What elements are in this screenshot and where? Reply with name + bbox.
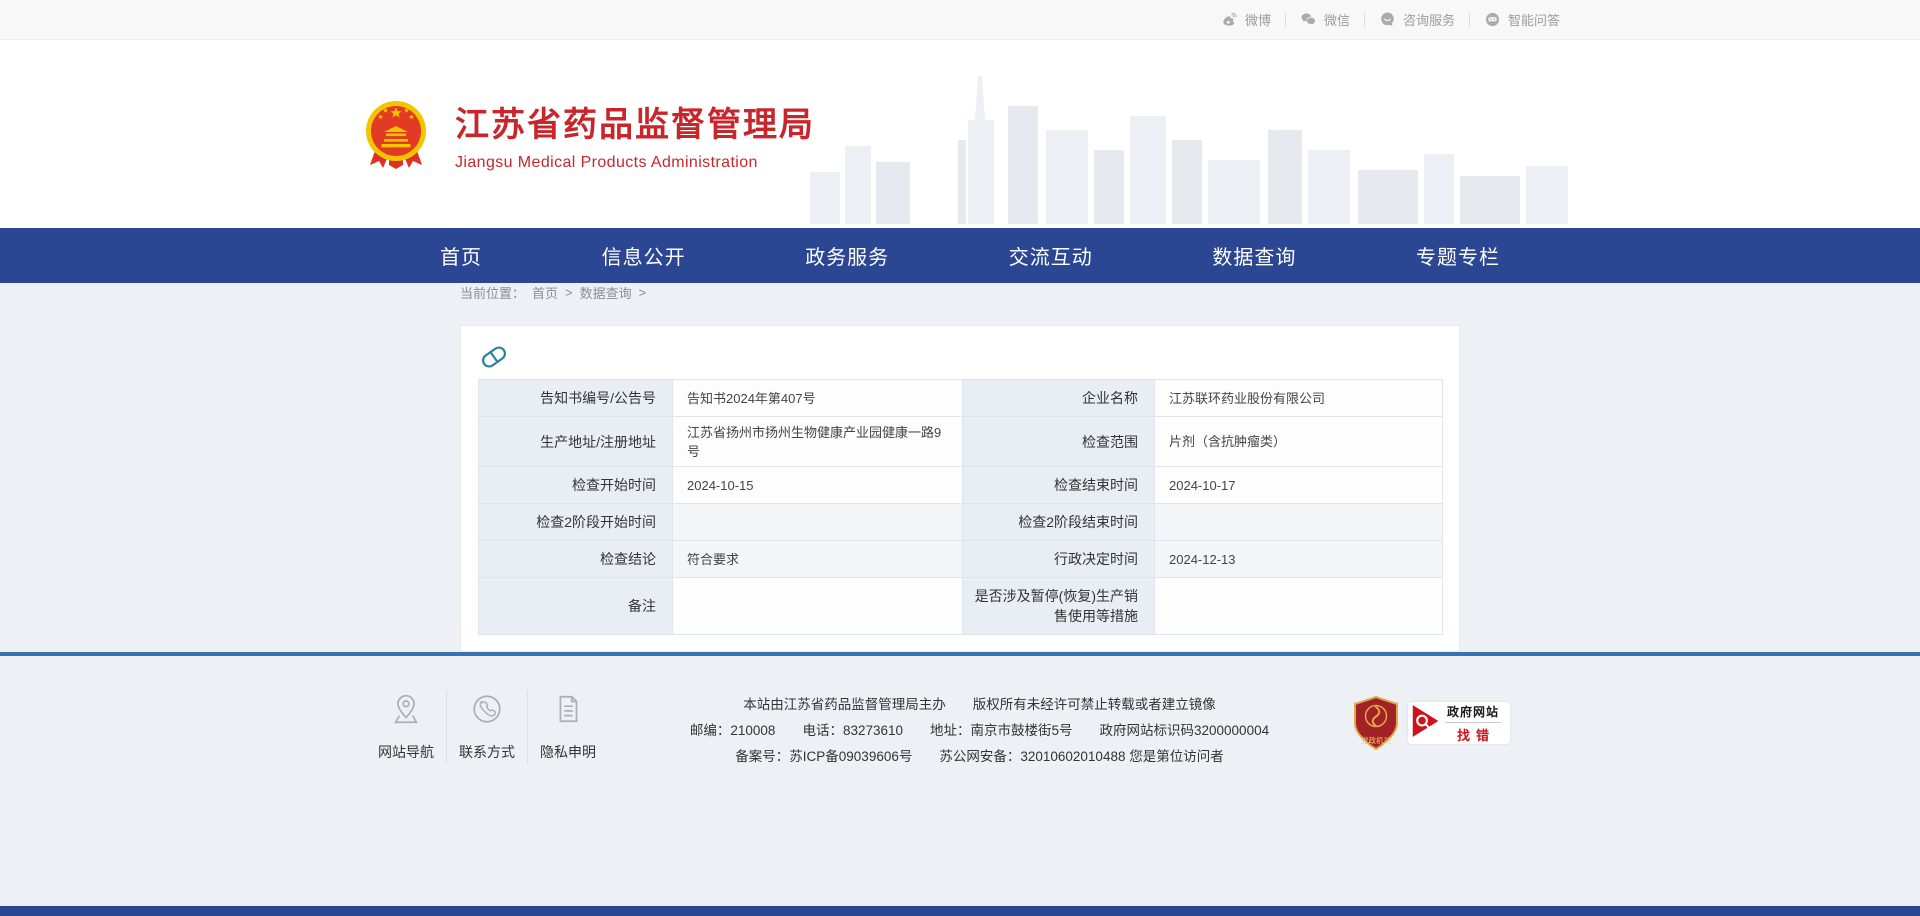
topbar: 微博 微信 咨询服务 智能问答: [0, 0, 1920, 40]
city-skyline-graphic: [810, 74, 1580, 229]
party-gov-badge-label: 党政机关: [1361, 735, 1391, 745]
footer-link-label: 网站导航: [378, 742, 434, 762]
value-inspection-end: 2024-10-17: [1155, 467, 1443, 504]
value-inspection-scope: 片剂（含抗肿瘤类）: [1155, 417, 1443, 467]
breadcrumb-data-query[interactable]: 数据查询: [580, 283, 632, 302]
label-inspection-end: 检查结束时间: [963, 467, 1155, 504]
map-pin-icon: [389, 692, 423, 731]
topbar-separator: [1469, 13, 1470, 27]
label-address: 生产地址/注册地址: [479, 417, 673, 467]
wechat-icon: [1300, 11, 1317, 28]
footer-link-label: 隐私申明: [540, 742, 596, 762]
national-emblem-logo: [360, 98, 432, 170]
label-notice-number: 告知书编号/公告号: [479, 380, 673, 417]
wechat-label: 微信: [1324, 10, 1350, 29]
smart-qa-label: 智能问答: [1508, 10, 1560, 29]
value-company-name: 江苏联环药业股份有限公司: [1155, 380, 1443, 417]
label-inspection-start: 检查开始时间: [479, 467, 673, 504]
nav-home[interactable]: 首页: [440, 241, 482, 270]
label-phase2-end: 检查2阶段结束时间: [963, 504, 1155, 541]
footer-link-contact[interactable]: 联系方式: [449, 690, 525, 764]
weibo-icon: [1221, 11, 1238, 28]
footer: 网站导航 联系方式 隐私申明 本站由江苏省药品监: [0, 656, 1920, 906]
table-row: 生产地址/注册地址 江苏省扬州市扬州生物健康产业园健康一路9号 检查范围 片剂（…: [479, 417, 1443, 467]
label-company-name: 企业名称: [963, 380, 1155, 417]
weibo-label: 微博: [1245, 10, 1271, 29]
find-error-magnifier-icon: [1411, 703, 1441, 744]
value-remarks: [673, 578, 963, 635]
breadcrumb: 当前位置： 首页 > 数据查询 >: [360, 283, 1560, 302]
table-row: 检查结论 符合要求 行政决定时间 2024-12-13: [479, 541, 1443, 578]
label-remarks: 备注: [479, 578, 673, 635]
table-row: 备注 是否涉及暂停(恢复)生产销售使用等措施: [479, 578, 1443, 635]
inspection-detail-card: 告知书编号/公告号 告知书2024年第407号 企业名称 江苏联环药业股份有限公…: [460, 325, 1460, 652]
value-decision-date: 2024-12-13: [1155, 541, 1443, 578]
footer-link-label: 联系方式: [459, 742, 515, 762]
site-title: 江苏省药品监督管理局: [455, 97, 815, 146]
table-row: 检查2阶段开始时间 检查2阶段结束时间: [479, 504, 1443, 541]
footer-link-site-map[interactable]: 网站导航: [368, 690, 444, 764]
table-row: 检查开始时间 2024-10-15 检查结束时间 2024-10-17: [479, 467, 1443, 504]
nav-info-disclosure[interactable]: 信息公开: [602, 241, 686, 270]
content-area: 告知书编号/公告号 告知书2024年第407号 企业名称 江苏联环药业股份有限公…: [0, 325, 1920, 652]
find-error-line1: 政府网站: [1445, 703, 1501, 723]
breadcrumb-home[interactable]: 首页: [532, 283, 558, 302]
breadcrumb-sep-icon: >: [639, 285, 647, 300]
value-phase2-start: [673, 504, 963, 541]
site-subtitle: Jiangsu Medical Products Administration: [455, 154, 815, 172]
footer-links: 网站导航 联系方式 隐私申明: [368, 690, 606, 764]
smart-qa-link[interactable]: 智能问答: [1484, 10, 1560, 29]
value-inspection-start: 2024-10-15: [673, 467, 963, 504]
nav-data-query[interactable]: 数据查询: [1212, 241, 1296, 270]
footer-line-contact: 邮编：210008 电话：83273610 地址：南京市鼓楼街5号 政府网站标识…: [636, 718, 1323, 744]
chat-service-icon: [1379, 11, 1396, 28]
site-error-report-badge[interactable]: 政府网站 找错: [1408, 702, 1510, 744]
nav-interaction[interactable]: 交流互动: [1009, 241, 1093, 270]
site-header: 江苏省药品监督管理局 Jiangsu Medical Products Admi…: [0, 40, 1920, 228]
weibo-link[interactable]: 微博: [1221, 10, 1271, 29]
main-nav: 首页 信息公开 政务服务 交流互动 数据查询 专题专栏: [0, 228, 1920, 283]
topbar-separator: [1285, 13, 1286, 27]
party-gov-badge[interactable]: 党政机关: [1353, 696, 1399, 750]
pill-icon: [478, 341, 510, 373]
inspection-detail-table: 告知书编号/公告号 告知书2024年第407号 企业名称 江苏联环药业股份有限公…: [478, 379, 1443, 635]
breadcrumb-sep-icon: >: [565, 285, 573, 300]
smart-qa-icon: [1484, 11, 1501, 28]
label-decision-date: 行政决定时间: [963, 541, 1155, 578]
breadcrumb-row: 当前位置： 首页 > 数据查询 >: [0, 283, 1920, 325]
label-conclusion: 检查结论: [479, 541, 673, 578]
value-conclusion: 符合要求: [673, 541, 963, 578]
breadcrumb-prefix: 当前位置：: [460, 283, 525, 302]
footer-link-separator: [446, 690, 447, 764]
page: 微博 微信 咨询服务 智能问答: [0, 0, 1920, 916]
table-row: 告知书编号/公告号 告知书2024年第407号 企业名称 江苏联环药业股份有限公…: [479, 380, 1443, 417]
footer-badges: 党政机关 政府网站 找错: [1353, 696, 1510, 750]
footer-line-icp: 备案号：苏ICP备09039606号 苏公网安备：32010602010488 …: [636, 744, 1323, 770]
label-inspection-scope: 检查范围: [963, 417, 1155, 467]
find-error-text: 政府网站 找错: [1441, 703, 1505, 744]
value-address: 江苏省扬州市扬州生物健康产业园健康一路9号: [673, 417, 963, 467]
privacy-doc-icon: [551, 692, 585, 731]
nav-special-topics[interactable]: 专题专栏: [1416, 241, 1500, 270]
bottom-strip: [0, 906, 1920, 916]
value-suspension-measures: [1155, 578, 1443, 635]
topbar-separator: [1364, 13, 1365, 27]
phone-icon: [470, 692, 504, 731]
value-phase2-end: [1155, 504, 1443, 541]
nav-gov-services[interactable]: 政务服务: [805, 241, 889, 270]
wechat-link[interactable]: 微信: [1300, 10, 1350, 29]
footer-line-host: 本站由江苏省药品监督管理局主办 版权所有未经许可禁止转载或者建立镜像: [636, 692, 1323, 718]
site-titles: 江苏省药品监督管理局 Jiangsu Medical Products Admi…: [455, 97, 815, 172]
label-suspension-measures: 是否涉及暂停(恢复)生产销售使用等措施: [963, 578, 1155, 635]
value-notice-number: 告知书2024年第407号: [673, 380, 963, 417]
chat-service-link[interactable]: 咨询服务: [1379, 10, 1455, 29]
footer-link-separator: [527, 690, 528, 764]
footer-link-privacy[interactable]: 隐私申明: [530, 690, 606, 764]
footer-text: 本站由江苏省药品监督管理局主办 版权所有未经许可禁止转载或者建立镜像 邮编：21…: [606, 690, 1353, 770]
label-phase2-start: 检查2阶段开始时间: [479, 504, 673, 541]
find-error-line2: 找错: [1451, 725, 1495, 744]
chat-service-label: 咨询服务: [1403, 10, 1455, 29]
